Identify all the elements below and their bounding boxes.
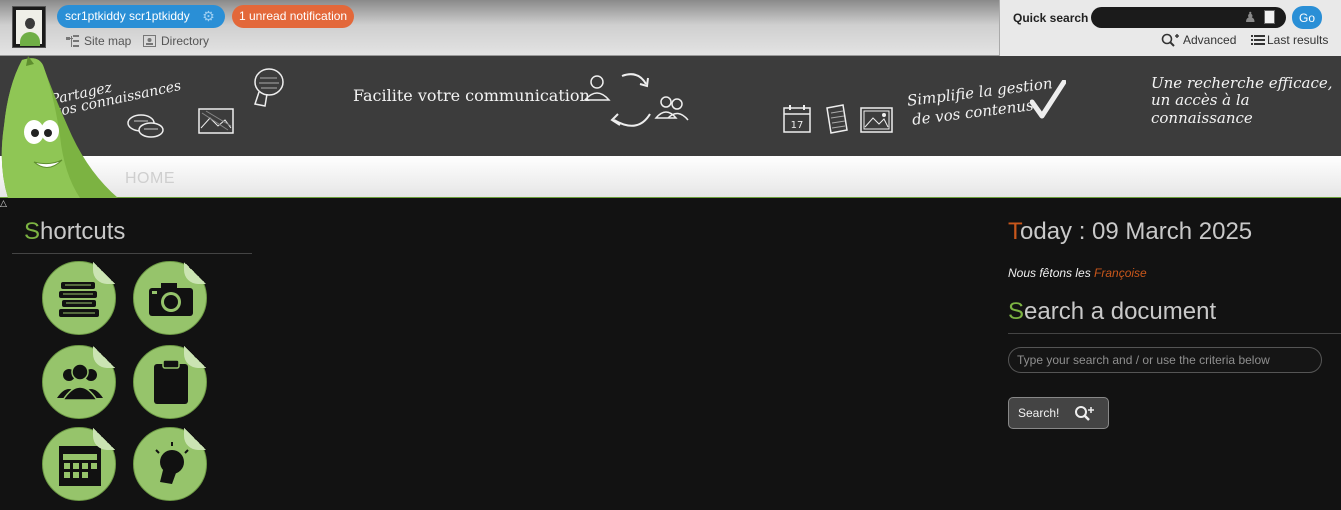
camera-icon [149, 283, 193, 316]
directory-link[interactable]: Directory [143, 33, 209, 49]
last-results-link[interactable]: Last results [1251, 33, 1328, 47]
search-icon [1075, 406, 1094, 421]
checkmark-doodle-icon [1030, 80, 1066, 119]
today-title: Today : 09 March 2025 [1008, 218, 1253, 245]
mascot-logo [1, 56, 118, 199]
shortcut-tasks[interactable] [133, 345, 207, 419]
clipboard-icon [154, 359, 188, 404]
shortcuts-title: Shortcuts [24, 218, 126, 245]
shortcut-library[interactable] [42, 261, 116, 335]
calendar-icon [59, 446, 101, 486]
image-doodle-icon [198, 108, 234, 134]
banner-tagline-4b: un accès à la connaissance [1151, 91, 1253, 127]
notification-badge[interactable]: 1 unread notification [232, 5, 355, 28]
list-icon [1251, 35, 1265, 45]
lightbulb-doodle-icon [254, 68, 284, 107]
shortcut-gallery[interactable] [133, 261, 207, 335]
lightbulb-icon [155, 442, 189, 484]
gear-icon[interactable]: ⚙ [202, 5, 215, 28]
avatar-image [16, 10, 42, 46]
directory-icon [143, 35, 156, 47]
search-document-title: Search a document [1008, 298, 1217, 325]
user-avatar[interactable] [12, 6, 46, 48]
shortcuts-divider [12, 253, 252, 254]
collapse-header-icon[interactable]: △ [0, 199, 7, 208]
search-document-divider [1008, 333, 1341, 334]
user-search-icon[interactable]: ♟ [1244, 10, 1257, 24]
document-doodle-icon [826, 104, 848, 134]
picture-doodle-icon [860, 107, 893, 133]
users-icon [57, 363, 103, 401]
calendar-day-number: 17 [791, 120, 804, 131]
advanced-search-link[interactable]: Advanced [1161, 33, 1236, 47]
exchange-doodle-icon [583, 73, 689, 127]
books-icon [59, 282, 99, 317]
shortcut-ideas[interactable] [133, 427, 207, 501]
shortcut-calendar[interactable] [42, 427, 116, 501]
quick-search-go-button[interactable]: Go [1292, 6, 1322, 29]
site-map-link[interactable]: Site map [66, 33, 131, 49]
header-banner: Partagez vos connaissances Facilite votr… [0, 56, 1341, 156]
banner-tagline-2: Facilite votre communication [353, 86, 590, 105]
name-day-link[interactable]: Françoise [1094, 266, 1147, 280]
sitemap-icon [66, 35, 79, 47]
user-menu-button[interactable]: scr1ptkiddy scr1ptkiddy ⚙ [57, 5, 225, 28]
main-navigation [0, 156, 1341, 198]
nav-home-link[interactable]: HOME [125, 170, 175, 188]
document-search-input[interactable] [1008, 347, 1322, 373]
shortcut-directory[interactable] [42, 345, 116, 419]
quick-search-panel: Quick search ♟ Go Advanced Last results [999, 0, 1341, 56]
name-day: Nous fêtons les Françoise [1008, 266, 1147, 280]
documents-icon[interactable] [1264, 10, 1275, 24]
user-name: scr1ptkiddy scr1ptkiddy [65, 9, 190, 23]
speech-bubbles-icon [127, 114, 164, 138]
document-search-button[interactable]: Search! [1008, 397, 1109, 429]
banner-tagline-4a: Une recherche efficace, [1151, 74, 1333, 92]
search-plus-icon [1161, 33, 1179, 47]
quick-search-label: Quick search [1013, 11, 1089, 25]
quick-search-input[interactable] [1091, 7, 1286, 28]
calendar-doodle-icon: 17 [783, 105, 811, 133]
